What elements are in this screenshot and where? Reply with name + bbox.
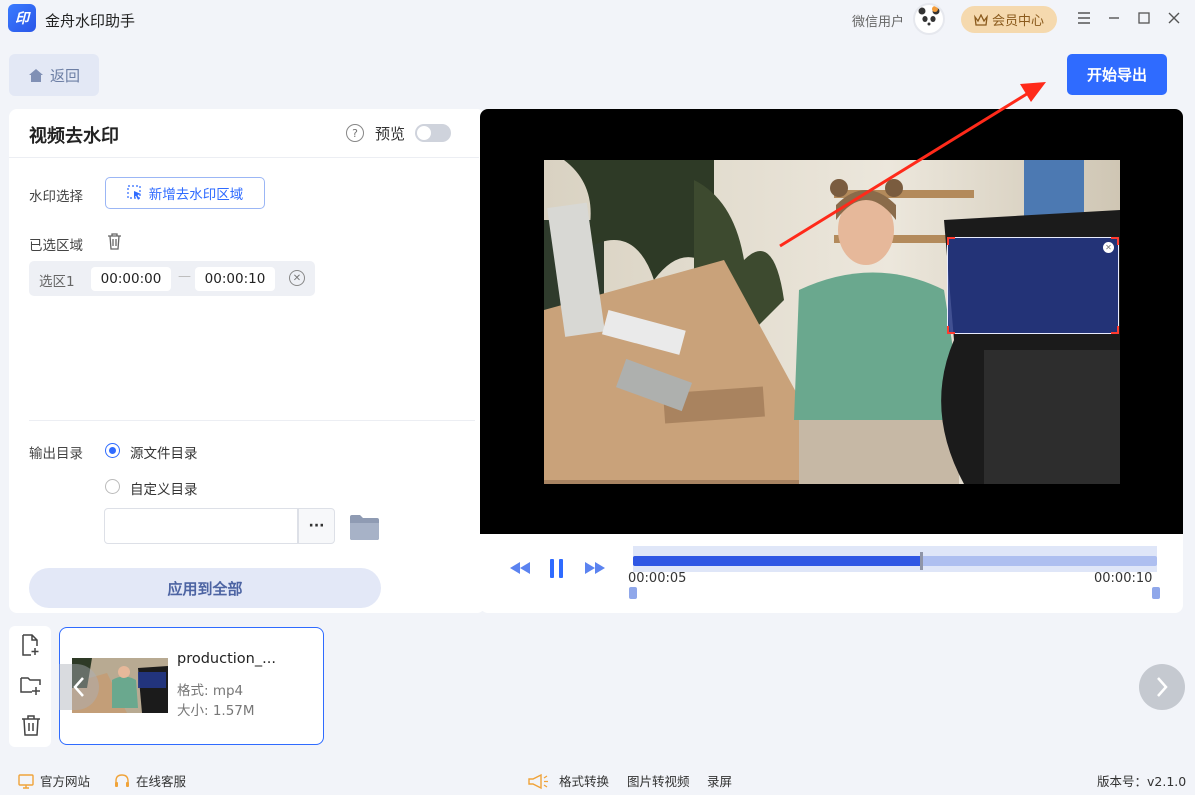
official-site-label: 官方网站 xyxy=(40,774,91,789)
chevron-right-icon xyxy=(1157,677,1168,697)
record-label: 录屏 xyxy=(707,774,733,789)
scroll-right-button[interactable] xyxy=(1139,664,1185,710)
online-service-label: 在线客服 xyxy=(136,774,187,789)
file-format: 格式: mp4 xyxy=(177,683,244,699)
online-service-link[interactable]: 在线客服 xyxy=(114,771,186,790)
megaphone-icon xyxy=(528,773,548,789)
version-text: 版本号：v2.1.0 xyxy=(1097,771,1186,790)
record-link[interactable]: 录屏 xyxy=(707,771,732,790)
image-to-video-link[interactable]: 图片转视频 xyxy=(627,771,690,790)
format-convert-label: 格式转换 xyxy=(559,774,610,789)
image-to-video-label: 图片转视频 xyxy=(627,774,690,789)
file-tools xyxy=(9,626,51,747)
add-folder-icon[interactable] xyxy=(20,674,42,696)
monitor-icon xyxy=(18,773,34,789)
official-site-link[interactable]: 官方网站 xyxy=(18,771,90,790)
delete-file-icon[interactable] xyxy=(20,714,42,736)
add-file-icon[interactable] xyxy=(20,634,42,656)
format-convert-link[interactable]: 格式转换 xyxy=(527,771,609,790)
headset-icon xyxy=(115,773,129,787)
file-name: production_... xyxy=(177,651,276,667)
file-size: 大小: 1.57M xyxy=(177,703,255,719)
chevron-left-icon xyxy=(73,677,84,697)
version-label: 版本号：v2.1.0 xyxy=(1097,774,1187,789)
